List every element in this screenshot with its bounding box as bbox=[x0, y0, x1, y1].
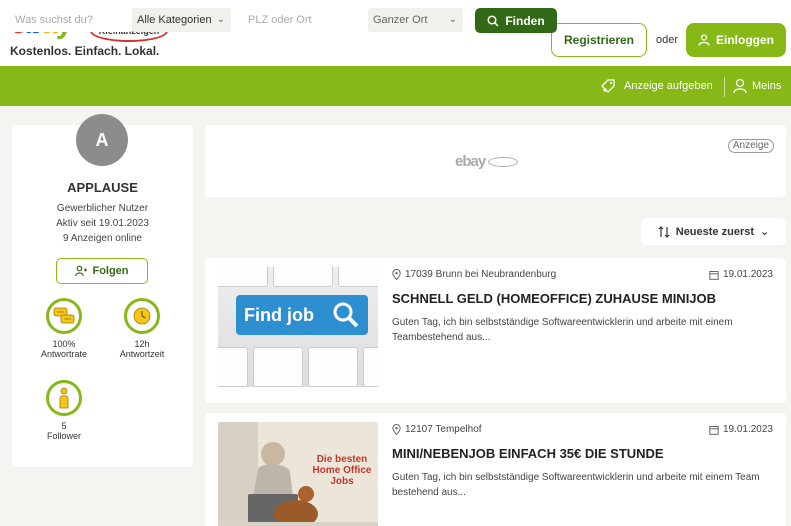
follow-label: Folgen bbox=[92, 265, 129, 277]
sort-icon bbox=[658, 225, 670, 238]
location-pin-icon bbox=[392, 269, 401, 280]
radius-value: Ganzer Ort bbox=[373, 14, 428, 26]
listing-image-text: Find job bbox=[244, 305, 314, 325]
post-ad-label: Anzeige aufgeben bbox=[624, 80, 713, 92]
ad-logo: ebay bbox=[455, 153, 519, 170]
badge-response-rate: 100% Antwortrate bbox=[24, 298, 104, 359]
active-since: Aktiv seit 19.01.2023 bbox=[56, 218, 149, 229]
search-icon bbox=[487, 14, 499, 27]
avatar: A bbox=[76, 114, 128, 166]
badge-follower: 5 Follower bbox=[24, 380, 104, 441]
sort-label: Neueste zuerst bbox=[675, 225, 755, 238]
chevron-down-icon: ⌄ bbox=[216, 14, 225, 25]
listing-title[interactable]: SCHNELL GELD (HOMEOFFICE) ZUHAUSE MINIJO… bbox=[392, 291, 716, 306]
follower-count: 5 bbox=[61, 421, 67, 431]
response-rate-value: 100% bbox=[52, 339, 76, 349]
follower-icon bbox=[46, 380, 82, 416]
listing-description: Guten Tag, ich bin selbstständige Softwa… bbox=[392, 317, 733, 343]
listing-date: 19.01.2023 bbox=[709, 424, 773, 435]
badge-response-time: 12h Antwortzeit bbox=[102, 298, 182, 359]
listing-image[interactable]: Die besten Home Office Jobs bbox=[218, 422, 378, 526]
login-label: Einloggen bbox=[716, 33, 774, 47]
ads-online-count: 9 Anzeigen online bbox=[63, 233, 142, 244]
login-button[interactable]: Einloggen bbox=[686, 23, 786, 57]
account-link[interactable]: Meins bbox=[733, 78, 781, 94]
category-value: Alle Kategorien bbox=[137, 14, 212, 26]
seller-profile-card: A APPLAUSE Gewerblicher Nutzer Aktiv sei… bbox=[12, 114, 193, 467]
ad-label: Anzeige bbox=[727, 139, 774, 153]
listing-location: 12107 Tempelhof bbox=[392, 424, 482, 435]
site-slogan: Kostenlos. Einfach. Lokal. bbox=[10, 44, 160, 58]
listing-card[interactable]: Die besten Home Office Jobs 12107 Tempel… bbox=[205, 413, 786, 526]
location-pin-icon bbox=[392, 424, 401, 435]
account-label: Meins bbox=[752, 80, 782, 92]
location-input[interactable]: PLZ oder Ort bbox=[243, 8, 368, 32]
calendar-icon bbox=[709, 425, 719, 435]
magnifier-icon bbox=[333, 302, 359, 328]
find-label: Finden bbox=[505, 13, 545, 28]
find-button[interactable]: Finden bbox=[475, 8, 557, 33]
response-time-label: Antwortzeit bbox=[119, 349, 165, 359]
chevron-down-icon: ⌄ bbox=[448, 14, 457, 25]
listing-date: 19.01.2023 bbox=[709, 269, 773, 280]
category-select[interactable]: Alle Kategorien ⌄ bbox=[132, 8, 231, 32]
or-text: oder bbox=[656, 34, 679, 46]
header-divider bbox=[724, 77, 725, 97]
sort-select[interactable]: Neueste zuerst ⌄ bbox=[641, 218, 786, 245]
follower-label: Follower bbox=[46, 431, 81, 441]
listing-location: 17039 Brunn bei Neubrandenburg bbox=[392, 269, 556, 280]
listing-image[interactable]: Find job bbox=[218, 267, 378, 387]
response-rate-icon bbox=[46, 298, 82, 334]
calendar-icon bbox=[709, 270, 719, 280]
listing-title[interactable]: MINI/NEBENJOB EINFACH 35€ DIE STUNDE bbox=[392, 446, 664, 461]
follow-button[interactable]: Folgen bbox=[56, 258, 148, 284]
search-input[interactable]: Was suchst du? bbox=[10, 8, 132, 32]
follow-icon bbox=[75, 265, 88, 277]
radius-select[interactable]: Ganzer Ort ⌄ bbox=[368, 8, 463, 32]
user-icon bbox=[733, 78, 747, 94]
seller-type: Gewerblicher Nutzer bbox=[56, 203, 149, 214]
find-job-key: Find job bbox=[236, 295, 368, 335]
listing-image-text: Die besten Home Office Jobs bbox=[312, 454, 372, 487]
post-ad-link[interactable]: Anzeige aufgeben bbox=[600, 78, 713, 94]
listing-description: Guten Tag, ich bin selbstständige Softwa… bbox=[392, 472, 760, 498]
tag-plus-icon bbox=[601, 79, 615, 93]
response-rate-label: Antwortrate bbox=[40, 349, 88, 359]
chevron-down-icon: ⌄ bbox=[760, 226, 770, 238]
response-time-icon bbox=[124, 298, 160, 334]
user-icon bbox=[698, 34, 710, 46]
seller-name: APPLAUSE bbox=[67, 180, 138, 195]
listing-card[interactable]: Find job 17039 Brunn bei Neubrandenburg … bbox=[205, 258, 786, 403]
ad-banner[interactable]: ebay Anzeige bbox=[205, 125, 786, 197]
register-button[interactable]: Registrieren bbox=[551, 23, 647, 57]
response-time-value: 12h bbox=[134, 339, 150, 349]
